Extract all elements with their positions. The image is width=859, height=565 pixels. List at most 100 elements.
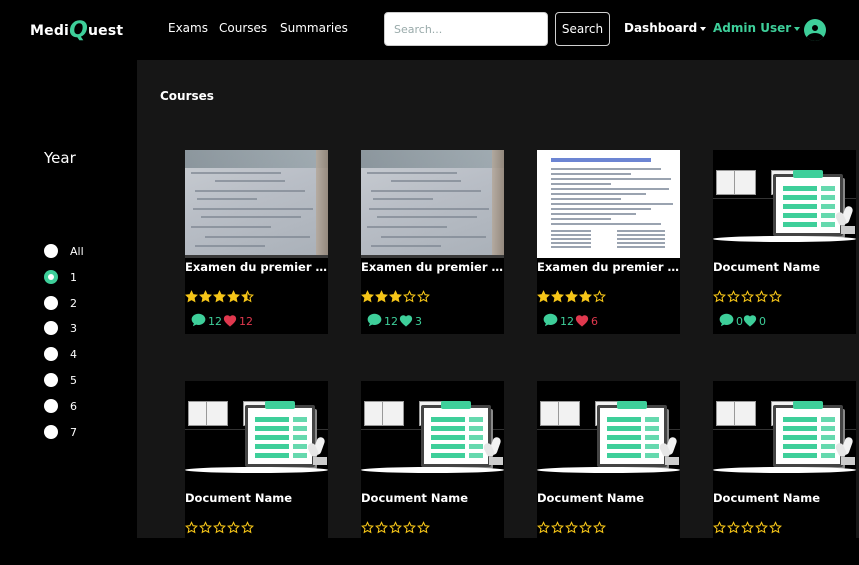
rating-stars[interactable] — [713, 519, 782, 534]
comment-count[interactable]: 12 — [543, 312, 574, 331]
course-card[interactable]: Document Name — [185, 381, 328, 565]
search-input[interactable] — [384, 12, 548, 46]
user-dropdown[interactable]: Admin User — [713, 21, 801, 35]
course-thumbnail[interactable] — [713, 150, 856, 258]
like-count[interactable]: 0 — [743, 312, 766, 331]
course-title[interactable]: Document Name — [713, 260, 856, 274]
nav-courses-link[interactable]: Courses — [219, 21, 267, 35]
star-filled-icon[interactable] — [213, 288, 226, 303]
star-empty-icon[interactable] — [755, 519, 768, 534]
star-empty-icon[interactable] — [727, 519, 740, 534]
star-empty-icon[interactable] — [551, 519, 564, 534]
brand-logo[interactable]: MediQuest — [30, 16, 123, 43]
radio-icon[interactable] — [44, 321, 58, 335]
rating-stars[interactable] — [361, 519, 430, 534]
course-title[interactable]: Examen du premier tri... — [537, 260, 680, 274]
star-empty-icon[interactable] — [727, 288, 740, 303]
course-card[interactable]: Examen du premier tri... 12 3 — [361, 150, 504, 334]
star-filled-icon[interactable] — [227, 288, 240, 303]
course-card[interactable]: Examen du premier tri... 12 12 — [185, 150, 328, 334]
star-filled-icon[interactable] — [537, 288, 550, 303]
star-empty-icon[interactable] — [213, 519, 226, 534]
comment-count[interactable]: 12 — [191, 312, 222, 331]
heart-icon[interactable] — [575, 312, 589, 331]
comment-count[interactable]: 12 — [367, 312, 398, 331]
search-button[interactable]: Search — [555, 12, 610, 46]
year-option-4[interactable]: 4 — [44, 346, 77, 362]
star-empty-icon[interactable] — [741, 288, 754, 303]
star-filled-icon[interactable] — [579, 288, 592, 303]
rating-stars[interactable] — [185, 519, 254, 534]
course-card[interactable]: Document Name — [537, 381, 680, 565]
rating-stars[interactable] — [713, 288, 782, 303]
radio-icon[interactable] — [44, 373, 58, 387]
dashboard-dropdown[interactable]: Dashboard — [624, 21, 707, 35]
nav-summaries-link[interactable]: Summaries — [280, 21, 348, 35]
star-filled-icon[interactable] — [361, 288, 374, 303]
star-empty-icon[interactable] — [713, 288, 726, 303]
course-thumbnail[interactable] — [537, 381, 680, 489]
star-empty-icon[interactable] — [375, 519, 388, 534]
star-empty-icon[interactable] — [593, 288, 606, 303]
comment-count[interactable]: 0 — [719, 312, 743, 331]
course-card[interactable]: Document Name — [361, 381, 504, 565]
course-thumbnail[interactable] — [713, 381, 856, 489]
star-empty-icon[interactable] — [241, 519, 254, 534]
radio-icon[interactable] — [44, 399, 58, 413]
heart-icon[interactable] — [399, 312, 413, 331]
heart-icon[interactable] — [743, 312, 757, 331]
star-empty-icon[interactable] — [579, 519, 592, 534]
course-thumbnail[interactable] — [185, 381, 328, 489]
star-empty-icon[interactable] — [403, 519, 416, 534]
star-filled-icon[interactable] — [565, 288, 578, 303]
course-thumbnail[interactable] — [361, 381, 504, 489]
star-filled-icon[interactable] — [185, 288, 198, 303]
like-count[interactable]: 6 — [575, 312, 598, 331]
course-thumbnail[interactable] — [537, 150, 680, 258]
star-empty-icon[interactable] — [537, 519, 550, 534]
year-option-2[interactable]: 2 — [44, 295, 77, 311]
star-empty-icon[interactable] — [199, 519, 212, 534]
year-option-3[interactable]: 3 — [44, 320, 77, 336]
rating-stars[interactable] — [537, 288, 606, 303]
star-filled-icon[interactable] — [375, 288, 388, 303]
like-count[interactable]: 12 — [223, 312, 253, 331]
course-card[interactable]: Examen du premier tri... 12 6 — [537, 150, 680, 334]
course-title[interactable]: Document Name — [713, 491, 856, 505]
star-empty-icon[interactable] — [593, 519, 606, 534]
course-title[interactable]: Examen du premier tri... — [361, 260, 504, 274]
course-title[interactable]: Document Name — [361, 491, 504, 505]
star-filled-icon[interactable] — [389, 288, 402, 303]
star-empty-icon[interactable] — [769, 519, 782, 534]
star-empty-icon[interactable] — [185, 519, 198, 534]
course-title[interactable]: Document Name — [185, 491, 328, 505]
radio-icon[interactable] — [44, 425, 58, 439]
star-empty-icon[interactable] — [403, 288, 416, 303]
radio-checked-icon[interactable] — [44, 270, 58, 284]
course-title[interactable]: Document Name — [537, 491, 680, 505]
year-option-7[interactable]: 7 — [44, 424, 77, 440]
star-empty-icon[interactable] — [417, 519, 430, 534]
course-thumbnail[interactable] — [361, 150, 504, 258]
star-empty-icon[interactable] — [741, 519, 754, 534]
star-empty-icon[interactable] — [565, 519, 578, 534]
year-option-1[interactable]: 1 — [44, 269, 77, 285]
star-filled-icon[interactable] — [551, 288, 564, 303]
star-empty-icon[interactable] — [713, 519, 726, 534]
radio-icon[interactable] — [44, 296, 58, 310]
year-option-6[interactable]: 6 — [44, 398, 77, 414]
course-title[interactable]: Examen du premier tri... — [185, 260, 328, 274]
rating-stars[interactable] — [185, 288, 254, 303]
radio-icon[interactable] — [44, 347, 58, 361]
star-filled-icon[interactable] — [199, 288, 212, 303]
rating-stars[interactable] — [361, 288, 430, 303]
star-empty-icon[interactable] — [389, 519, 402, 534]
heart-icon[interactable] — [223, 312, 237, 331]
course-card[interactable]: Document Name — [713, 381, 856, 565]
nav-exams-link[interactable]: Exams — [168, 21, 208, 35]
star-half-icon[interactable] — [241, 288, 254, 303]
course-thumbnail[interactable] — [185, 150, 328, 258]
star-empty-icon[interactable] — [769, 288, 782, 303]
course-card[interactable]: Document Name 0 0 — [713, 150, 856, 334]
avatar-icon[interactable] — [804, 19, 826, 41]
